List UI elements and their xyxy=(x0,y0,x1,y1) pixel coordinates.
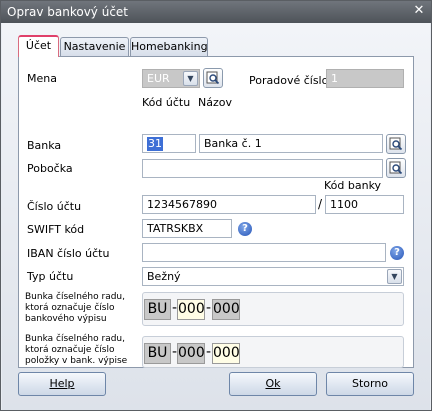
banka-name-field[interactable]: Banka č. 1 xyxy=(199,134,383,153)
title-bar: Oprav bankový účet ✕ xyxy=(1,1,431,23)
search-icon xyxy=(206,71,220,85)
pobocka-label: Pobočka xyxy=(27,162,73,175)
tab-ucet[interactable]: Účet xyxy=(18,35,59,57)
kod-banky-header: Kód banky xyxy=(324,179,382,192)
typ-uctu-label: Typ účtu xyxy=(27,270,74,283)
mena-lookup-button[interactable] xyxy=(203,68,223,88)
nazov-header: Názov xyxy=(198,96,232,109)
mask-prefix: BU xyxy=(144,299,171,320)
rad-vypisu-mask[interactable]: BU - 000 - 000 xyxy=(142,292,404,326)
kod-banky-field[interactable]: 1100 xyxy=(325,195,404,214)
iban-field[interactable] xyxy=(142,243,386,262)
banka-label: Banka xyxy=(27,139,62,152)
poradove-label: Poradové číslo xyxy=(249,74,329,87)
mena-select[interactable]: EUR ▼ xyxy=(142,69,200,88)
tab-homebanking[interactable]: Homebanking xyxy=(130,37,208,56)
search-icon xyxy=(389,137,403,151)
window-title: Oprav bankový účet xyxy=(7,5,129,19)
rad-polozky-mask[interactable]: BU - 000 - 000 xyxy=(142,336,404,368)
swift-label: SWIFT kód xyxy=(27,223,85,236)
chevron-down-icon[interactable]: ▼ xyxy=(183,71,198,86)
rad-polozky-label: Bunka číselného radu, ktorá označuje čís… xyxy=(25,334,128,366)
dialog-client: Účet Nastavenie Homebanking Mena EUR ▼ P… xyxy=(2,23,430,410)
pobocka-field[interactable] xyxy=(142,159,383,178)
cislo-uctu-label: Číslo účtu xyxy=(27,200,82,213)
question-icon[interactable]: ? xyxy=(238,222,252,236)
ok-button[interactable]: Ok xyxy=(229,372,317,396)
pobocka-lookup-button[interactable] xyxy=(386,158,406,178)
typ-uctu-select[interactable]: Bežný ▼ xyxy=(142,267,404,286)
poradove-cislo-field: 1 xyxy=(326,69,404,88)
banka-code-field[interactable]: 31 xyxy=(142,134,196,153)
close-icon[interactable]: ✕ xyxy=(411,4,427,19)
chevron-down-icon[interactable]: ▼ xyxy=(387,269,402,284)
banka-lookup-button[interactable] xyxy=(386,134,406,154)
mask-end[interactable]: 000 xyxy=(212,343,240,364)
kod-uctu-header: Kód účtu xyxy=(142,96,191,109)
help-button[interactable]: Help xyxy=(18,372,106,396)
rad-vypisu-label: Bunka číselného radu, ktorá označuje čís… xyxy=(25,292,125,324)
cislo-uctu-field[interactable]: 1234567890 xyxy=(142,195,316,214)
question-icon[interactable]: ? xyxy=(390,246,404,260)
mask-end[interactable]: 000 xyxy=(212,299,240,320)
swift-field[interactable]: TATRSKBX xyxy=(142,219,232,238)
mask-prefix: BU xyxy=(144,343,171,364)
tab-nastavenie[interactable]: Nastavenie xyxy=(60,37,129,56)
mena-label: Mena xyxy=(27,72,57,85)
mask-mid[interactable]: 000 xyxy=(177,299,205,320)
dialog-window: Oprav bankový účet ✕ Účet Nastavenie Hom… xyxy=(0,0,432,411)
search-icon xyxy=(389,161,403,175)
slash-separator: / xyxy=(318,197,323,211)
iban-label: IBAN číslo účtu xyxy=(27,247,110,260)
tab-panel-ucet: Mena EUR ▼ Poradové číslo 1 Kód účtu Náz… xyxy=(18,56,414,368)
mask-mid[interactable]: 000 xyxy=(177,343,205,364)
storno-button[interactable]: Storno xyxy=(326,372,414,396)
